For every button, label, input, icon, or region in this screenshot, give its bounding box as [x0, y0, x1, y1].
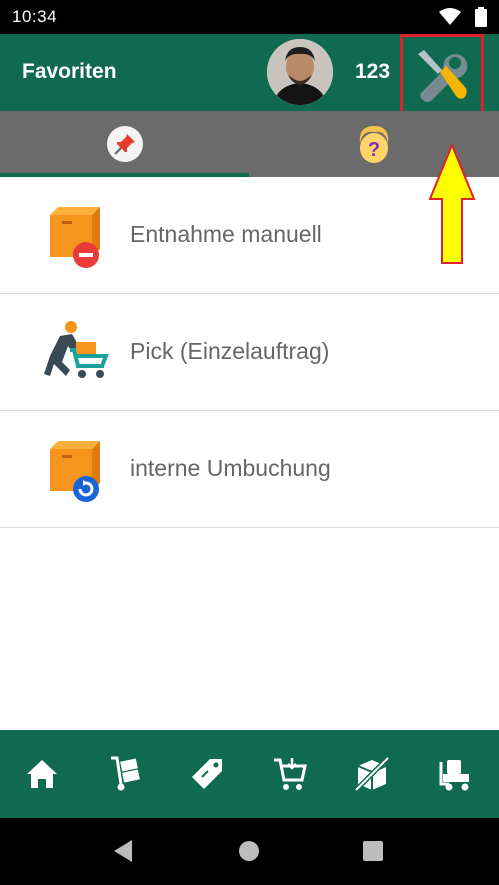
person-pushing-cart-icon-wrap	[40, 320, 110, 386]
battery-icon	[475, 7, 487, 27]
help-person-icon: ?	[359, 126, 388, 163]
page-title: Favoriten	[22, 60, 117, 83]
box-minus-icon	[50, 207, 100, 268]
user-number: 123	[355, 60, 391, 83]
list-item-umbuchung[interactable]: interne Umbuchung	[0, 411, 499, 528]
status-bar: 10:34	[0, 0, 499, 34]
recents-icon[interactable]	[362, 838, 384, 864]
forklift-icon	[439, 760, 469, 791]
favorites-list: Entnahme manuell Pick (Einzelauftrag) in…	[0, 177, 499, 730]
app-bar: Favoriten 123	[0, 34, 499, 117]
nav-tag[interactable]	[187, 754, 227, 794]
tab-bar: ?	[0, 111, 499, 177]
pushpin-icon-bg	[106, 126, 143, 162]
tag-icon	[192, 759, 222, 789]
nav-home[interactable]	[22, 754, 62, 794]
status-time: 10:34	[12, 7, 58, 26]
wifi-icon	[439, 8, 461, 25]
svg-text:?: ?	[367, 139, 379, 161]
annotation-arrow	[428, 143, 476, 264]
nav-hand-truck[interactable]	[105, 754, 145, 794]
nav-forklift[interactable]	[437, 754, 477, 794]
box-crossed-icon	[354, 756, 390, 792]
box-refresh-icon-wrap	[40, 437, 110, 503]
home-icon	[27, 760, 57, 788]
list-item-label: Entnahme manuell	[130, 221, 322, 247]
list-item-pick[interactable]: Pick (Einzelauftrag)	[0, 294, 499, 411]
nav-cart[interactable]	[270, 754, 310, 794]
wrench-screwdriver-icon	[418, 49, 468, 102]
home-circle-icon[interactable]	[238, 838, 260, 864]
box-minus-icon-wrap	[40, 203, 110, 269]
settings-button[interactable]	[400, 34, 484, 117]
list-item-entnahme[interactable]: Entnahme manuell	[0, 177, 499, 294]
back-icon[interactable]	[112, 838, 136, 864]
shopping-cart-icon	[274, 758, 307, 790]
status-icons	[439, 7, 487, 27]
person-pushing-cart-icon	[44, 321, 109, 378]
list-item-label: Pick (Einzelauftrag)	[130, 338, 330, 364]
hand-truck-icon	[111, 756, 140, 791]
tab-favorites[interactable]	[0, 111, 249, 177]
box-refresh-icon	[50, 441, 100, 502]
nav-box-crossed[interactable]	[352, 754, 392, 794]
avatar[interactable]	[267, 39, 333, 105]
list-item-label: interne Umbuchung	[130, 455, 331, 481]
pushpin-icon	[113, 134, 135, 155]
bottom-nav	[0, 730, 499, 818]
system-nav-bar	[0, 818, 499, 885]
